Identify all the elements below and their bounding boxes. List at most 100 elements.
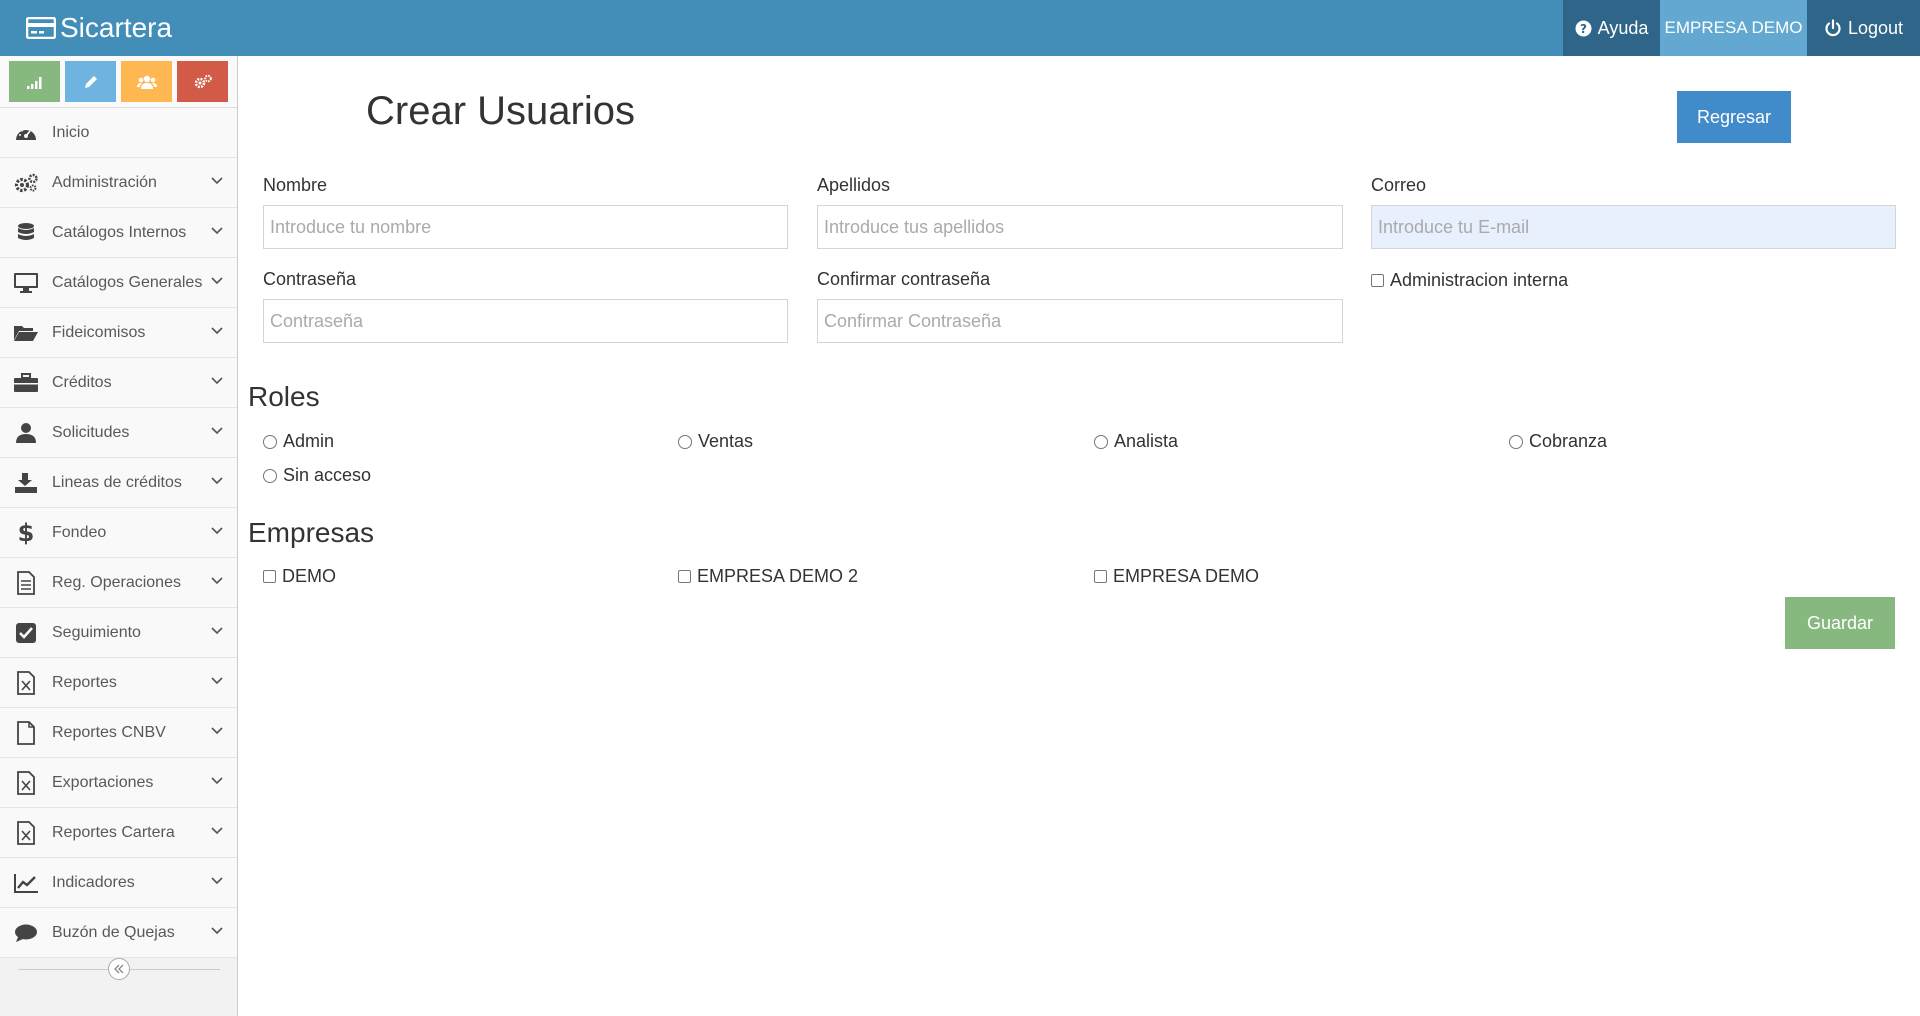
- empresa-label: DEMO: [282, 566, 336, 586]
- question-circle-icon: ?: [1575, 20, 1592, 36]
- sidebar-item-lineas-de-creditos[interactable]: Lineas de créditos: [0, 458, 237, 508]
- shortcut-edit-button[interactable]: [65, 61, 116, 102]
- empresa-checkbox-demo[interactable]: DEMO: [263, 566, 336, 587]
- svg-text:?: ?: [1580, 22, 1587, 36]
- admin-interna-checkbox[interactable]: Administracion interna: [1371, 270, 1568, 291]
- chevron-down-icon: [211, 377, 223, 385]
- sidebar-item-label: Catálogos Internos: [52, 223, 187, 241]
- shortcut-users-button[interactable]: [121, 61, 172, 102]
- logout-label: Logout: [1847, 17, 1904, 38]
- sidebar-collapse-button[interactable]: [108, 958, 130, 980]
- chevron-down-icon: [211, 527, 223, 535]
- chevron-down-icon: [211, 227, 223, 235]
- sidebar-item-solicitudes[interactable]: Solicitudes: [0, 408, 237, 458]
- shortcut-settings-button[interactable]: [177, 61, 228, 102]
- excel-file-icon: [0, 770, 52, 795]
- sidebar-item-buzon-de-quejas[interactable]: Buzón de Quejas: [0, 908, 237, 958]
- nombre-input[interactable]: [263, 205, 788, 249]
- excel-file-icon: [0, 820, 52, 845]
- sidebar-item-catalogos-generales[interactable]: Catálogos Generales: [0, 258, 237, 308]
- brand-name: Sicartera: [60, 12, 173, 43]
- sidebar-item-seguimiento[interactable]: Seguimiento: [0, 608, 237, 658]
- dollar-icon: $: [0, 521, 52, 545]
- top-navbar: Sicartera ? Ayuda EMPRESA DEMO Logout: [0, 0, 1920, 56]
- sidebar-item-fondeo[interactable]: $ Fondeo: [0, 508, 237, 558]
- role-radio-sin-acceso[interactable]: Sin acceso: [263, 465, 371, 486]
- main-content: Crear Usuarios Regresar Nombre Apellidos…: [239, 56, 1920, 1016]
- checkbox-box[interactable]: [1371, 274, 1384, 287]
- sidebar-item-label: Reg. Operaciones: [52, 573, 181, 591]
- document-icon: [0, 570, 52, 595]
- dashboard-icon: [0, 123, 52, 143]
- email-field[interactable]: [1371, 205, 1896, 249]
- sidebar-item-label: Exportaciones: [52, 773, 154, 791]
- sidebar-item-reg-operaciones[interactable]: Reg. Operaciones: [0, 558, 237, 608]
- role-radio-cobranza[interactable]: Cobranza: [1509, 431, 1607, 452]
- sidebar-item-label: Inicio: [52, 123, 90, 141]
- sidebar-item-catalogos-internos[interactable]: Catálogos Internos: [0, 208, 237, 258]
- role-label: Analista: [1114, 431, 1179, 451]
- back-button[interactable]: Regresar: [1677, 91, 1791, 143]
- radio-circle[interactable]: [263, 468, 277, 483]
- empresa-checkbox-demo-2[interactable]: EMPRESA DEMO 2: [678, 566, 858, 587]
- nombre-label: Nombre: [263, 175, 328, 195]
- database-icon: [0, 222, 52, 244]
- sidebar-item-reportes[interactable]: Reportes: [0, 658, 237, 708]
- empresa-label: EMPRESA DEMO 2: [697, 566, 859, 586]
- sidebar-item-label: Solicitudes: [52, 423, 130, 441]
- sidebar-item-label: Catálogos Generales: [52, 273, 203, 291]
- sidebar-item-indicadores[interactable]: Indicadores: [0, 858, 237, 908]
- brand[interactable]: Sicartera: [26, 0, 172, 56]
- role-radio-ventas[interactable]: Ventas: [678, 431, 753, 452]
- radio-circle[interactable]: [1094, 434, 1108, 449]
- sidebar-item-inicio[interactable]: Inicio: [0, 108, 237, 158]
- sidebar-item-reportes-cnbv[interactable]: Reportes CNBV: [0, 708, 237, 758]
- chevron-down-icon: [211, 577, 223, 585]
- role-label: Ventas: [698, 431, 754, 451]
- checkbox-box[interactable]: [678, 570, 691, 583]
- confirm-password-input[interactable]: [817, 299, 1343, 343]
- chevron-down-icon: [211, 277, 223, 285]
- checkbox-box[interactable]: [1094, 570, 1107, 583]
- sidebar-item-label: Buzón de Quejas: [52, 923, 175, 941]
- chevron-down-icon: [211, 177, 223, 185]
- help-button[interactable]: ? Ayuda: [1563, 0, 1660, 56]
- sidebar-item-reportes-cartera[interactable]: Reportes Cartera: [0, 808, 237, 858]
- empresa-checkbox-empresa-demo[interactable]: EMPRESA DEMO: [1094, 566, 1259, 587]
- users-icon: [136, 75, 157, 89]
- power-icon: [1825, 19, 1841, 37]
- roles-heading: Roles: [248, 381, 320, 412]
- chevron-down-icon: [211, 327, 223, 335]
- radio-circle[interactable]: [678, 434, 692, 449]
- credit-card-icon: [26, 17, 56, 39]
- sidebar-item-exportaciones[interactable]: Exportaciones: [0, 758, 237, 808]
- company-label: EMPRESA DEMO: [1664, 18, 1803, 37]
- apellidos-input[interactable]: [817, 205, 1343, 249]
- apellidos-label: Apellidos: [817, 175, 891, 195]
- chevron-down-icon: [211, 877, 223, 885]
- radio-circle[interactable]: [263, 434, 277, 449]
- checkbox-box[interactable]: [263, 570, 276, 583]
- chevron-down-icon: [211, 927, 223, 935]
- role-radio-admin[interactable]: Admin: [263, 431, 334, 452]
- confirmar-label: Confirmar contraseña: [817, 269, 991, 289]
- role-label: Cobranza: [1529, 431, 1608, 451]
- logout-button[interactable]: Logout: [1807, 0, 1920, 56]
- radio-circle[interactable]: [1509, 434, 1523, 449]
- excel-file-icon: [0, 670, 52, 695]
- sidebar-item-label: Reportes: [52, 673, 117, 691]
- shortcut-stats-button[interactable]: [9, 61, 60, 102]
- company-selector[interactable]: EMPRESA DEMO: [1660, 0, 1807, 56]
- briefcase-icon: [0, 372, 52, 393]
- cogs-icon: [0, 173, 52, 193]
- sidebar-item-administracion[interactable]: Administración: [0, 158, 237, 208]
- password-input[interactable]: [263, 299, 788, 343]
- check-square-icon: [0, 622, 52, 644]
- contrasena-label: Contraseña: [263, 269, 357, 289]
- sidebar-item-creditos[interactable]: Créditos: [0, 358, 237, 408]
- sidebar-item-label: Fideicomisos: [52, 323, 146, 341]
- save-button[interactable]: Guardar: [1785, 597, 1895, 649]
- sidebar-item-fideicomisos[interactable]: Fideicomisos: [0, 308, 237, 358]
- role-radio-analista[interactable]: Analista: [1094, 431, 1178, 452]
- download-icon: [0, 472, 52, 494]
